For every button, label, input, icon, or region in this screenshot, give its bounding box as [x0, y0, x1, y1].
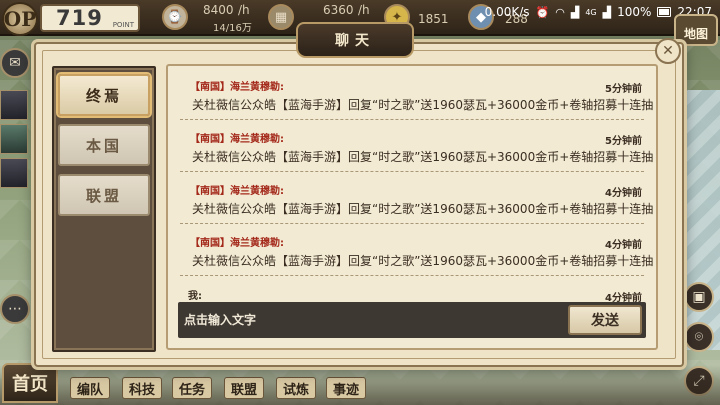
tab-world[interactable]: 终焉 — [58, 74, 150, 116]
tab-alliance[interactable]: 联盟 — [58, 174, 150, 216]
nav-tech[interactable]: 科技 — [122, 377, 163, 399]
hero-avatar-2[interactable] — [0, 124, 28, 154]
power-unit: POINT — [112, 21, 134, 29]
message-sender[interactable]: 【南国】海兰黄穆勒: — [190, 130, 284, 145]
message-text: 关杜薇信公众皓【蓝海手游】回复“时之歌”送1960瑟瓦+36000金币+卷轴招募… — [192, 150, 654, 164]
nav-trial[interactable]: 试炼 — [276, 377, 317, 399]
close-icon[interactable]: ✕ — [655, 38, 681, 64]
book-icon[interactable]: ▦ — [268, 4, 294, 30]
chat-channel-tabs: 终焉 本国 联盟 — [52, 66, 156, 352]
chat-message: 【南国】海兰黄穆勒: 5分钟前 关杜薇信公众皓【蓝海手游】回复“时之歌”送196… — [180, 124, 653, 172]
resource2-rate: /h — [358, 3, 370, 17]
resource1-rate: /h — [238, 3, 250, 17]
message-sender[interactable]: 【南国】海兰黄穆勒: — [190, 78, 284, 93]
chat-title: 聊天 — [296, 22, 414, 58]
power-value: 719 — [56, 6, 103, 30]
nav-alliance[interactable]: 联盟 — [224, 377, 265, 399]
nav-tasks[interactable]: 任务 — [172, 377, 213, 399]
resource1-capacity: 14/16万 — [213, 23, 252, 34]
alarm-icon: ⏰ — [535, 5, 550, 19]
bottom-navigation: 首页 编队 科技 任务 联盟 试炼 事迹 — [0, 363, 720, 405]
chat-message-list[interactable]: 【南国】海兰黄穆勒: 5分钟前 关杜薇信公众皓【蓝海手游】回复“时之歌”送196… — [166, 64, 658, 350]
wifi-icon: ◠ — [555, 5, 565, 19]
message-time: 5分钟前 — [605, 84, 642, 95]
tab-country[interactable]: 本国 — [58, 124, 150, 166]
mail-icon[interactable]: ✉ — [0, 48, 30, 78]
message-text: 关杜薇信公众皓【蓝海手游】回复“时之歌”送1960瑟瓦+36000金币+卷轴招募… — [192, 202, 654, 216]
map-button-label: 地图 — [683, 27, 708, 41]
chat-message: 【南国】海兰黄穆勒: 5分钟前 关杜薇信公众皓【蓝海手游】回复“时之歌”送196… — [180, 72, 653, 120]
chat-input[interactable] — [184, 308, 564, 332]
chat-message: 【南国】海兰黄穆勒: 4分钟前 关杜薇信公众皓【蓝海手游】回复“时之歌”送196… — [180, 228, 653, 276]
bag-icon[interactable]: ▣ — [684, 282, 714, 312]
resource2-value: 6360 — [323, 3, 354, 17]
resource1-value: 8400 — [203, 3, 234, 17]
resource3-value: 1851 — [418, 12, 449, 26]
network-type: 4G — [585, 7, 597, 17]
signal-icon-2: ▟ — [602, 5, 612, 19]
power-display: 719 POINT — [40, 4, 140, 32]
location-icon[interactable]: ⌾ — [684, 322, 714, 352]
chat-message: 【南国】海兰黄穆勒: 4分钟前 关杜薇信公众皓【蓝海手游】回复“时之歌”送196… — [180, 176, 653, 224]
battery-icon — [657, 7, 672, 17]
nav-deeds[interactable]: 事迹 — [326, 377, 367, 399]
clock-icon[interactable]: ⌚ — [162, 4, 188, 30]
message-sender[interactable]: 【南国】海兰黄穆勒: — [190, 182, 284, 197]
my-message-label: 我: — [188, 291, 202, 302]
op-logo[interactable]: OP — [2, 2, 38, 36]
send-button[interactable]: 发送 — [568, 305, 642, 335]
message-time: 4分钟前 — [605, 240, 642, 251]
network-speed: 0.00K/s — [484, 5, 530, 19]
chat-bubble-icon[interactable]: ⋯ — [0, 294, 30, 324]
message-text: 关杜薇信公众皓【蓝海手游】回复“时之歌”送1960瑟瓦+36000金币+卷轴招募… — [192, 254, 654, 268]
signal-icon: ▟ — [570, 5, 580, 19]
chat-input-bar: 发送 — [178, 302, 646, 338]
hero-avatar-3[interactable] — [0, 158, 28, 188]
nav-formation[interactable]: 编队 — [70, 377, 111, 399]
message-text: 关杜薇信公众皓【蓝海手游】回复“时之歌”送1960瑟瓦+36000金币+卷轴招募… — [192, 98, 654, 112]
message-sender[interactable]: 【南国】海兰黄穆勒: — [190, 234, 284, 249]
battery-percent: 100% — [617, 5, 652, 19]
hero-avatar-1[interactable] — [0, 90, 28, 120]
message-time: 5分钟前 — [605, 136, 642, 147]
home-button[interactable]: 首页 — [2, 363, 58, 403]
message-time: 4分钟前 — [605, 188, 642, 199]
